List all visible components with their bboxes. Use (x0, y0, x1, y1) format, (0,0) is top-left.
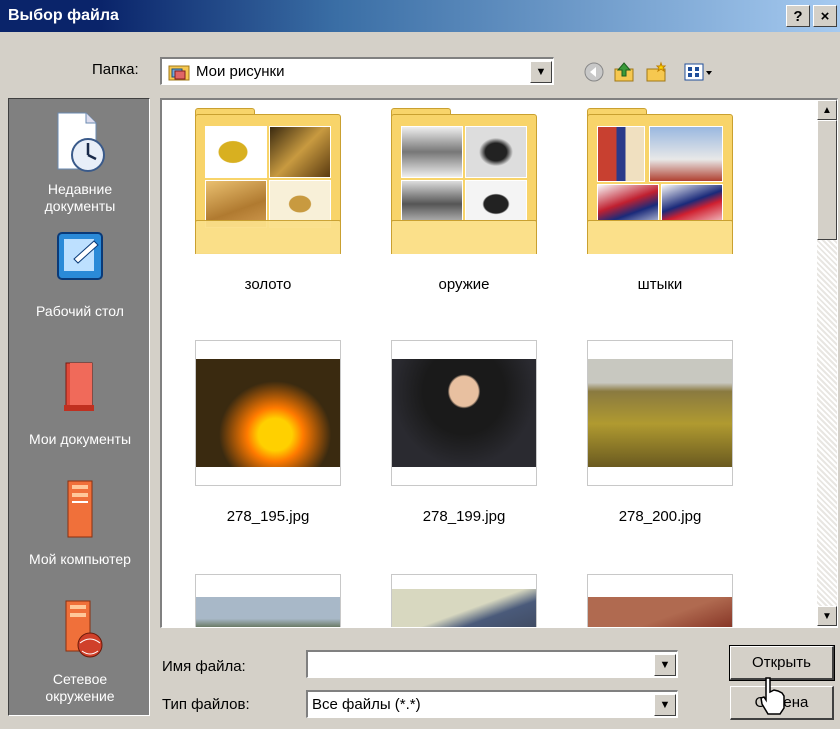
help-button[interactable]: ? (786, 5, 810, 27)
list-item[interactable]: 278_195.jpg (188, 340, 348, 525)
file-name: оружие (438, 276, 490, 293)
list-item[interactable] (580, 574, 740, 627)
scroll-up-icon[interactable]: ▲ (817, 100, 837, 120)
title-bar[interactable]: Выбор файла ? × (0, 0, 840, 32)
scroll-down-icon[interactable]: ▼ (817, 606, 837, 626)
folder-thumbnail-icon (391, 108, 537, 254)
window-title: Выбор файла (8, 7, 119, 24)
folder-combo-value: Мои рисунки (196, 63, 285, 80)
image-thumbnail (391, 340, 537, 486)
place-my-documents[interactable]: Мои документы (9, 357, 151, 448)
desktop-icon (50, 227, 110, 287)
place-label: Мой компьютер (29, 551, 131, 567)
list-item[interactable] (384, 574, 544, 627)
my-pictures-icon (168, 63, 190, 81)
filetype-value: Все файлы (*.*) (312, 696, 421, 713)
folder-thumbnail-icon (195, 108, 341, 254)
filetype-label: Тип файлов: (162, 696, 250, 713)
list-item[interactable] (188, 574, 348, 627)
folder-thumbnail-icon (587, 108, 733, 254)
recent-documents-icon (50, 109, 110, 172)
list-item[interactable]: золото (188, 108, 348, 293)
file-name: 278_199.jpg (422, 508, 506, 525)
file-name: штыки (637, 276, 683, 293)
file-name: золото (244, 276, 292, 293)
place-recent-documents[interactable]: Недавние документы (9, 109, 151, 215)
file-list[interactable]: золото оружие штыки 278_195.jpg 278_199.… (160, 98, 838, 628)
filename-field[interactable]: ▼ (306, 650, 678, 678)
my-documents-icon (50, 357, 110, 417)
filename-label: Имя файла: (162, 658, 246, 675)
my-computer-icon (50, 479, 110, 539)
place-desktop[interactable]: Рабочий стол (9, 227, 151, 320)
image-thumbnail (391, 574, 537, 627)
list-item[interactable]: оружие (384, 108, 544, 293)
vertical-scrollbar[interactable]: ▲ ▼ (817, 100, 837, 626)
image-thumbnail (587, 574, 733, 627)
place-label: Сетевое окружение (45, 671, 115, 704)
folder-label: Папка: (92, 61, 139, 78)
image-thumbnail (195, 574, 341, 627)
place-network[interactable]: Сетевое окружение (9, 599, 151, 705)
chevron-down-icon[interactable]: ▼ (654, 653, 676, 676)
chevron-down-icon[interactable]: ▼ (654, 693, 676, 716)
filetype-select[interactable]: Все файлы (*.*) ▼ (306, 690, 678, 718)
place-label: Недавние документы (44, 181, 116, 214)
open-button[interactable]: Открыть (729, 645, 835, 681)
hand-cursor-icon (758, 676, 788, 716)
network-icon (50, 599, 110, 659)
file-name: 278_195.jpg (226, 508, 310, 525)
file-name: 278_200.jpg (618, 508, 702, 525)
new-folder-icon[interactable] (644, 60, 668, 84)
chevron-down-icon[interactable]: ▼ (530, 60, 552, 83)
place-my-computer[interactable]: Мой компьютер (9, 479, 151, 568)
image-thumbnail (587, 340, 733, 486)
folder-combo[interactable]: Мои рисунки ▼ (160, 57, 554, 85)
place-label: Мои документы (29, 431, 132, 447)
scrollbar-thumb[interactable] (817, 120, 837, 240)
list-item[interactable]: 278_200.jpg (580, 340, 740, 525)
list-item[interactable]: штыки (580, 108, 740, 293)
view-menu-icon[interactable] (682, 60, 716, 84)
list-item[interactable]: 278_199.jpg (384, 340, 544, 525)
place-label: Рабочий стол (36, 303, 124, 319)
close-button[interactable]: × (813, 5, 837, 27)
places-bar: Недавние документы Рабочий стол Мои доку… (8, 98, 150, 716)
up-folder-icon[interactable] (612, 60, 636, 84)
image-thumbnail (195, 340, 341, 486)
back-icon[interactable] (582, 60, 606, 84)
